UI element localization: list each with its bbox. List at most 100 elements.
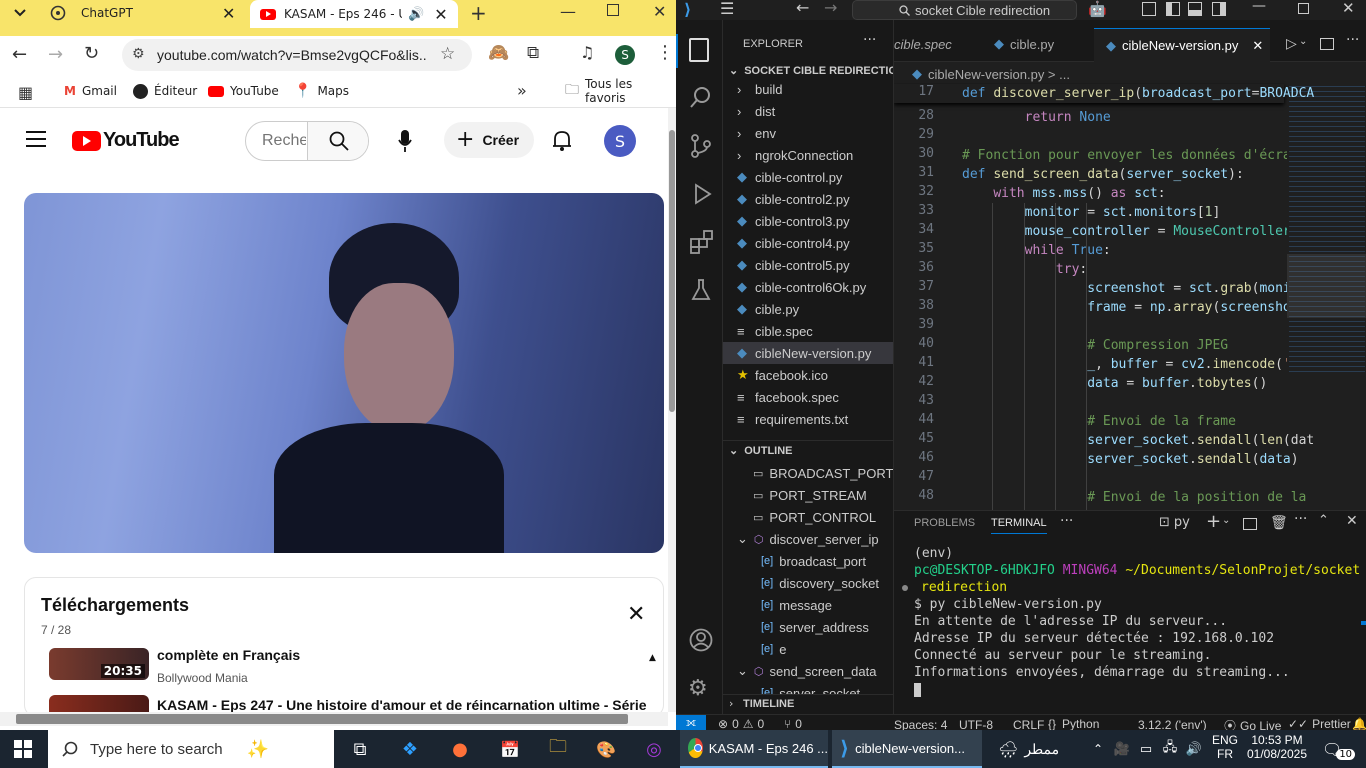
voice-search-button[interactable]: [385, 121, 425, 161]
file-explorer-icon[interactable]: 🗀: [538, 730, 578, 768]
terminal-shell-selector[interactable]: ⊡ py: [1159, 515, 1190, 530]
more-actions-icon[interactable]: ···: [1346, 32, 1359, 48]
browser-menu-icon[interactable]: ⋮: [656, 42, 674, 63]
bookmark-youtube[interactable]: YouTube: [208, 76, 279, 106]
outline-header[interactable]: ⌄ OUTLINE: [729, 444, 793, 458]
editor-tab-active[interactable]: ◆ cibleNew-version.py ✕: [1094, 28, 1270, 62]
explorer-file[interactable]: ◆ cible-control.py: [723, 166, 893, 188]
close-tab-icon[interactable]: ✕: [434, 5, 447, 24]
clock[interactable]: 10:53 PM 01/08/2025: [1246, 733, 1308, 761]
vertical-scrollbar[interactable]: [668, 108, 676, 712]
explorer-file[interactable]: ≡ cible.spec: [723, 320, 893, 342]
minimize-icon[interactable]: —: [1252, 0, 1266, 14]
video-thumbnail[interactable]: 20:35: [49, 648, 149, 680]
media-control-icon[interactable]: ♫: [580, 43, 594, 62]
breadcrumb[interactable]: ◆ cibleNew-version.py > ...: [912, 66, 1070, 82]
account-avatar[interactable]: S: [604, 125, 636, 157]
new-tab-icon[interactable]: +: [470, 1, 487, 25]
outline-item[interactable]: ▭ BROADCAST_PORT: [753, 462, 893, 484]
speaker-icon[interactable]: 🔊: [408, 7, 424, 22]
bookmark-editeur[interactable]: Éditeur: [133, 76, 197, 106]
language-status[interactable]: {} Python: [1048, 717, 1099, 731]
extension-icon[interactable]: 🙈: [488, 43, 509, 63]
scroll-up-icon[interactable]: ▲: [649, 653, 656, 663]
close-window-icon[interactable]: ✕: [653, 2, 666, 21]
nav-back-icon[interactable]: ←: [796, 0, 809, 17]
notification-center[interactable]: 🗨 10: [1322, 730, 1356, 768]
search-button[interactable]: [307, 122, 368, 160]
toggle-secondary-sidebar-icon[interactable]: [1212, 2, 1226, 16]
extensions-puzzle-icon[interactable]: ⧉: [527, 43, 539, 63]
explorer-icon[interactable]: [689, 38, 709, 62]
meet-icon[interactable]: 🎥: [1112, 730, 1132, 768]
remote-indicator-icon[interactable]: ⟗: [676, 715, 706, 731]
testing-icon[interactable]: [690, 278, 712, 305]
search-icon[interactable]: [690, 86, 712, 111]
explorer-folder[interactable]: › ngrokConnection: [723, 144, 893, 166]
firefox-icon[interactable]: ●: [440, 730, 480, 768]
explorer-file[interactable]: ◆ cible-control6Ok.py: [723, 276, 893, 298]
split-editor-icon[interactable]: [1320, 38, 1334, 50]
more-actions-icon[interactable]: ···: [1060, 513, 1073, 529]
close-panel-icon[interactable]: ✕: [1346, 513, 1358, 529]
explorer-file[interactable]: ◆ cibleNew-version.py: [723, 342, 893, 364]
explorer-folder[interactable]: › dist: [723, 100, 893, 122]
bookmark-maps[interactable]: 📍 Maps: [294, 76, 349, 106]
address-bar[interactable]: ⚙ youtube.com/watch?v=Bmse2vgQCFo&lis...…: [122, 39, 472, 71]
new-terminal-icon[interactable]: +: [1206, 511, 1221, 532]
back-icon[interactable]: ←: [12, 44, 27, 65]
bookmark-star-icon[interactable]: ☆: [440, 44, 455, 64]
search-input[interactable]: [246, 122, 306, 160]
search-box[interactable]: [245, 121, 369, 161]
minimap[interactable]: [1287, 84, 1366, 374]
paint-icon[interactable]: 🎨: [586, 730, 626, 768]
outline-item[interactable]: [e] e: [761, 638, 786, 660]
explorer-file[interactable]: ≡ requirements.txt: [723, 408, 893, 430]
maximize-panel-icon[interactable]: ⌃: [1318, 513, 1329, 528]
more-bookmarks-icon[interactable]: »: [517, 81, 527, 100]
outline-item[interactable]: ⌄ ⬡ send_screen_data: [737, 660, 877, 682]
split-terminal-icon[interactable]: [1243, 518, 1257, 530]
explorer-file[interactable]: ◆ cible-control5.py: [723, 254, 893, 276]
copilot-icon[interactable]: ❖: [390, 730, 430, 768]
copilot-icon[interactable]: 🤖: [1088, 0, 1107, 18]
language-indicator[interactable]: ENG FR: [1212, 733, 1238, 761]
manage-gear-icon[interactable]: ⚙: [688, 676, 708, 701]
sticky-scroll-line[interactable]: 17 def discover_server_ip(broadcast_port…: [894, 84, 1314, 103]
problems-indicator[interactable]: ⊗ 0 ⚠ 0: [718, 717, 764, 731]
accounts-icon[interactable]: [689, 628, 713, 655]
task-view-icon[interactable]: ⧉: [340, 730, 380, 768]
explorer-file[interactable]: ★ facebook.ico: [723, 364, 893, 386]
toggle-sidebar-icon[interactable]: [1166, 2, 1180, 16]
tab-kasam[interactable]: KASAM - Eps 246 - Un 🔊 ✕: [250, 0, 458, 28]
explorer-folder[interactable]: › build: [723, 78, 893, 100]
maximize-icon[interactable]: [607, 4, 619, 16]
taskbar-search[interactable]: Type here to search ✨: [48, 730, 334, 768]
explorer-file[interactable]: ◆ cible.py: [723, 298, 893, 320]
project-folder-header[interactable]: ⌄ SOCKET CIBLE REDIRECTION: [729, 64, 893, 78]
extensions-icon[interactable]: [690, 230, 714, 257]
ports-indicator[interactable]: ⑂ 0: [784, 717, 802, 731]
code-area[interactable]: 28 return None 29 30 # Fonction pour envoye…: [894, 108, 1314, 510]
run-file-icon[interactable]: ▷: [1286, 36, 1297, 52]
prettier-status[interactable]: ✓✓ Prettier: [1288, 717, 1351, 731]
app-icon[interactable]: ◎: [634, 730, 674, 768]
editor-tab[interactable]: ◆ cible.py: [982, 30, 1092, 58]
battery-icon[interactable]: ▭: [1136, 730, 1156, 768]
start-button[interactable]: [0, 730, 46, 768]
notifications-bell-icon[interactable]: [552, 129, 572, 156]
trash-icon[interactable]: 🗑: [1270, 515, 1288, 531]
minimize-icon[interactable]: —: [560, 2, 576, 21]
forward-icon[interactable]: →: [48, 44, 63, 65]
more-actions-icon[interactable]: ···: [1294, 511, 1307, 527]
layout-icon[interactable]: [1142, 2, 1156, 16]
more-actions-icon[interactable]: ···: [863, 32, 876, 48]
maximize-icon[interactable]: [1298, 3, 1309, 14]
terminal-output[interactable]: (env) pc@DESKTOP-6HDKJFO MINGW64 ~/Docum…: [894, 545, 1366, 714]
hamburger-menu-icon[interactable]: [26, 131, 46, 147]
close-tab-icon[interactable]: ✕: [222, 4, 235, 23]
explorer-folder[interactable]: › env: [723, 122, 893, 144]
outline-item[interactable]: [e] message: [761, 594, 832, 616]
youtube-logo[interactable]: YouTube: [72, 129, 180, 152]
nav-forward-icon[interactable]: →: [824, 0, 837, 17]
